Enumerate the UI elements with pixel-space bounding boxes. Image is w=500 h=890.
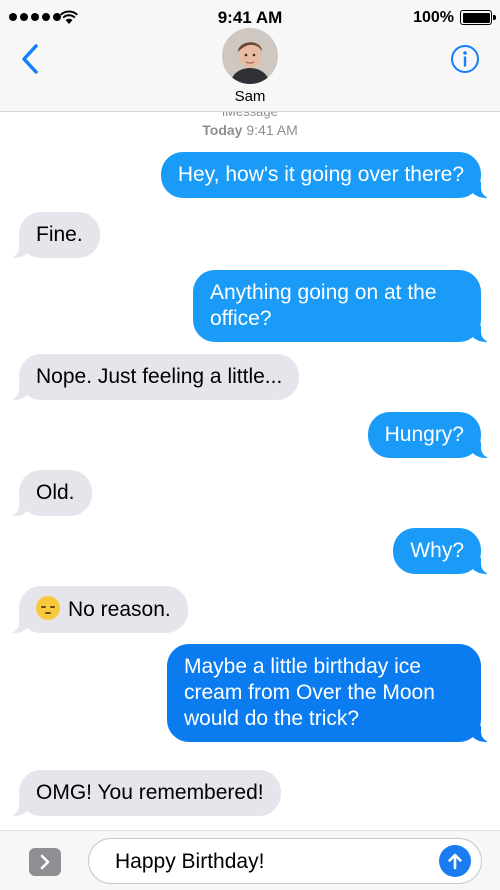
conversation-header: Sam <box>0 28 500 112</box>
message-text: Maybe a little birthday ice cream from O… <box>184 655 435 730</box>
timestamp-time: 9:41 AM <box>246 122 298 138</box>
message-text: OMG! You remembered! <box>36 781 264 804</box>
message-bubble-outgoing[interactable]: Hey, how's it going over there? <box>160 152 494 198</box>
message-text: Hungry? <box>384 423 464 446</box>
message-bubble-outgoing[interactable]: Hungry? <box>367 412 494 458</box>
info-icon[interactable] <box>450 44 480 74</box>
message-text: No reason. <box>68 598 171 621</box>
message-bubble-incoming[interactable]: Fine. <box>7 212 100 258</box>
message-text: Hey, how's it going over there? <box>177 163 464 186</box>
message-text: Why? <box>410 539 464 562</box>
message-bubble-outgoing[interactable]: Maybe a little birthday ice cream from O… <box>167 644 493 742</box>
message-bubble-outgoing[interactable]: Anything going on at the office? <box>193 270 493 342</box>
message-bubble-incoming[interactable]: No reason. <box>7 586 188 633</box>
pensive-face-emoji-icon <box>36 596 60 620</box>
message-bubble-incoming[interactable]: Old. <box>7 470 92 516</box>
message-text: Old. <box>36 481 75 504</box>
contact-name[interactable]: Sam <box>0 88 500 105</box>
battery-icon <box>460 10 496 25</box>
arrow-up-icon <box>448 853 462 870</box>
send-button[interactable] <box>439 845 471 877</box>
apps-expand-button[interactable] <box>29 848 61 876</box>
chevron-left-icon[interactable] <box>18 42 46 76</box>
service-label: iMessage <box>0 112 500 119</box>
timestamp-day: Today <box>202 122 243 138</box>
battery-percentage: 100% <box>413 9 454 26</box>
chevron-right-icon <box>40 854 50 870</box>
avatar[interactable] <box>222 28 278 84</box>
message-bubble-outgoing[interactable]: Why? <box>393 528 493 574</box>
message-input-text[interactable]: Happy Birthday! <box>115 849 264 875</box>
message-bubble-incoming[interactable]: Nope. Just feeling a little... <box>6 354 300 400</box>
message-transcript[interactable]: iMessage Today 9:41 AM Hey, how's it goi… <box>0 112 500 830</box>
timestamp: Today 9:41 AM <box>0 122 500 138</box>
message-text: Fine. <box>36 223 83 246</box>
message-text: Anything going on at the office? <box>210 281 437 330</box>
message-text: Nope. Just feeling a little... <box>36 365 283 388</box>
message-input-bar: Happy Birthday! <box>0 830 500 890</box>
message-input-field[interactable]: Happy Birthday! <box>88 838 482 884</box>
message-bubble-incoming[interactable]: OMG! You remembered! <box>7 770 281 816</box>
